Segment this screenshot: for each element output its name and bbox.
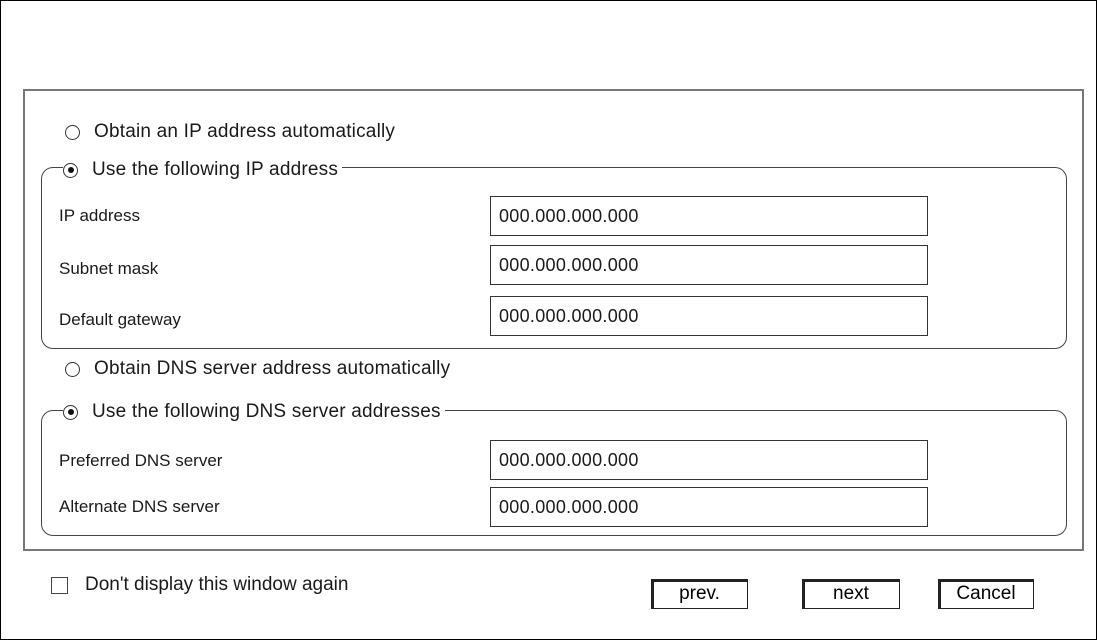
ip-auto-option[interactable]: Obtain an IP address automatically bbox=[65, 121, 396, 143]
ip-manual-radio[interactable] bbox=[63, 162, 78, 178]
default-gateway-field[interactable]: 000.000.000.000 bbox=[490, 296, 928, 336]
preferred-dns-label: Preferred DNS server bbox=[59, 451, 223, 470]
dont-show-again-option[interactable]: Don't display this window again bbox=[51, 574, 348, 596]
subnet-mask-label: Subnet mask bbox=[59, 259, 159, 278]
ip-auto-radio[interactable] bbox=[65, 124, 80, 140]
settings-panel: Obtain an IP address automatically Use t… bbox=[23, 89, 1084, 551]
dns-manual-label: Use the following DNS server addresses bbox=[92, 401, 441, 422]
ip-manual-label: Use the following IP address bbox=[92, 159, 339, 180]
cancel-button[interactable]: Cancel bbox=[938, 579, 1034, 609]
prev-button[interactable]: prev. bbox=[651, 579, 748, 609]
subnet-mask-field[interactable]: 000.000.000.000 bbox=[490, 245, 928, 285]
dont-show-again-checkbox[interactable] bbox=[51, 576, 68, 594]
dialog-window: Obtain an IP address automatically Use t… bbox=[0, 0, 1097, 640]
dns-manual-radio[interactable] bbox=[63, 404, 78, 420]
alternate-dns-label: Alternate DNS server bbox=[59, 497, 220, 516]
ip-manual-option[interactable]: Use the following IP address bbox=[63, 159, 343, 181]
preferred-dns-field[interactable]: 000.000.000.000 bbox=[490, 440, 928, 480]
ip-auto-label: Obtain an IP address automatically bbox=[94, 121, 396, 142]
dont-show-again-label: Don't display this window again bbox=[85, 574, 349, 595]
ip-address-label: IP address bbox=[59, 206, 140, 225]
dns-auto-radio[interactable] bbox=[65, 361, 80, 377]
dns-auto-option[interactable]: Obtain DNS server address automatically bbox=[65, 358, 451, 380]
next-button[interactable]: next bbox=[802, 579, 900, 609]
dns-auto-label: Obtain DNS server address automatically bbox=[94, 358, 451, 379]
alternate-dns-field[interactable]: 000.000.000.000 bbox=[490, 487, 928, 527]
ip-address-field[interactable]: 000.000.000.000 bbox=[490, 196, 928, 236]
default-gateway-label: Default gateway bbox=[59, 310, 181, 329]
dns-manual-option[interactable]: Use the following DNS server addresses bbox=[63, 401, 445, 423]
